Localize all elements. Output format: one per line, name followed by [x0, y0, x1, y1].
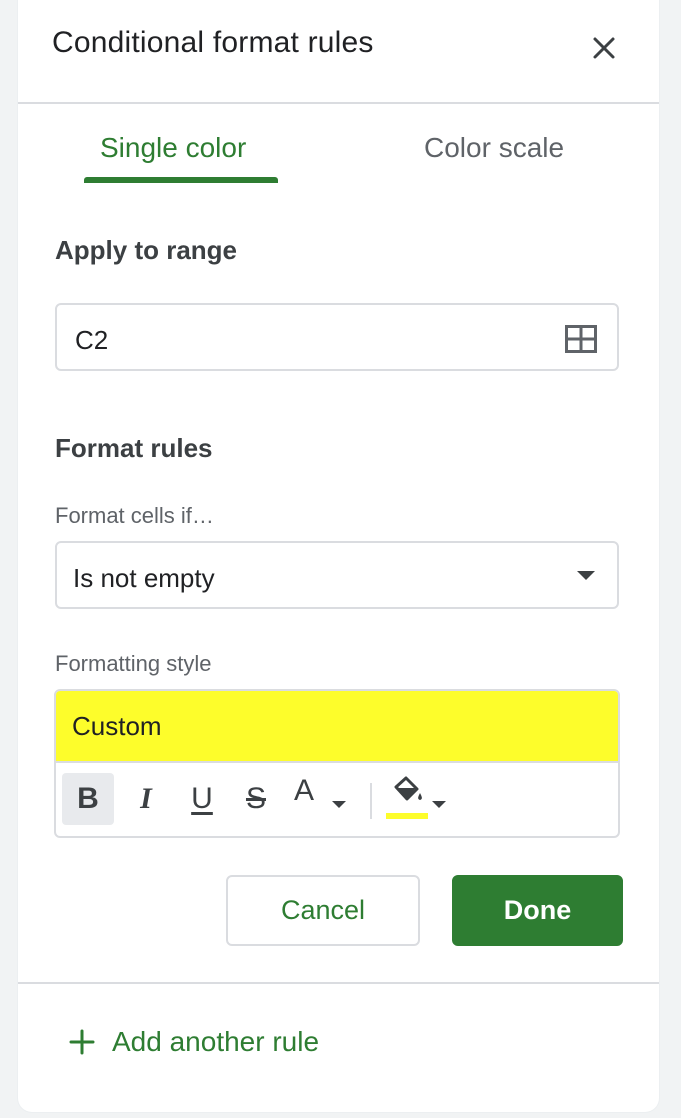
formatting-style-box: Custom B I U S A	[54, 689, 620, 838]
style-preview-text: Custom	[72, 711, 162, 741]
condition-value: Is not empty	[73, 563, 215, 593]
formatting-style-label: Formatting style	[55, 651, 212, 676]
format-cells-if-label: Format cells if…	[55, 503, 214, 528]
italic-button[interactable]: I	[120, 773, 172, 825]
panel-header: Conditional format rules	[18, 0, 659, 104]
range-input[interactable]: C2	[55, 303, 619, 371]
footer-divider	[18, 982, 659, 984]
text-color-icon: A	[294, 774, 315, 807]
bold-button[interactable]: B	[62, 773, 114, 825]
strikethrough-button[interactable]: S	[230, 773, 282, 825]
range-value: C2	[75, 325, 109, 355]
done-button[interactable]: Done	[452, 875, 623, 946]
active-tab-indicator	[84, 177, 278, 183]
tab-color-scale[interactable]: Color scale	[424, 132, 564, 164]
conditional-format-panel: Conditional format rules Single color Co…	[18, 0, 659, 1112]
close-button[interactable]	[584, 28, 624, 68]
text-color-button[interactable]: A	[288, 773, 350, 825]
fill-color-caret-icon	[432, 801, 446, 808]
select-range-grid-icon[interactable]	[565, 325, 597, 353]
apply-to-range-heading: Apply to range	[55, 235, 238, 265]
condition-select[interactable]: Is not empty	[55, 541, 619, 609]
format-rules-heading: Format rules	[55, 433, 213, 463]
close-icon	[593, 37, 615, 59]
panel-title: Conditional format rules	[52, 26, 374, 59]
add-another-rule-label: Add another rule	[112, 1026, 320, 1057]
toolbar-divider	[370, 783, 372, 819]
plus-icon	[69, 1029, 95, 1055]
cancel-button[interactable]: Cancel	[226, 875, 420, 946]
fill-color-swatch	[386, 813, 428, 819]
fill-color-icon	[394, 776, 422, 801]
text-color-caret-icon	[332, 801, 346, 808]
fill-color-button[interactable]	[378, 773, 450, 825]
dropdown-arrow-icon	[577, 571, 595, 580]
underline-button[interactable]: U	[176, 773, 228, 825]
formatting-style-preview[interactable]: Custom	[56, 691, 618, 763]
tab-single-color[interactable]: Single color	[100, 132, 246, 164]
